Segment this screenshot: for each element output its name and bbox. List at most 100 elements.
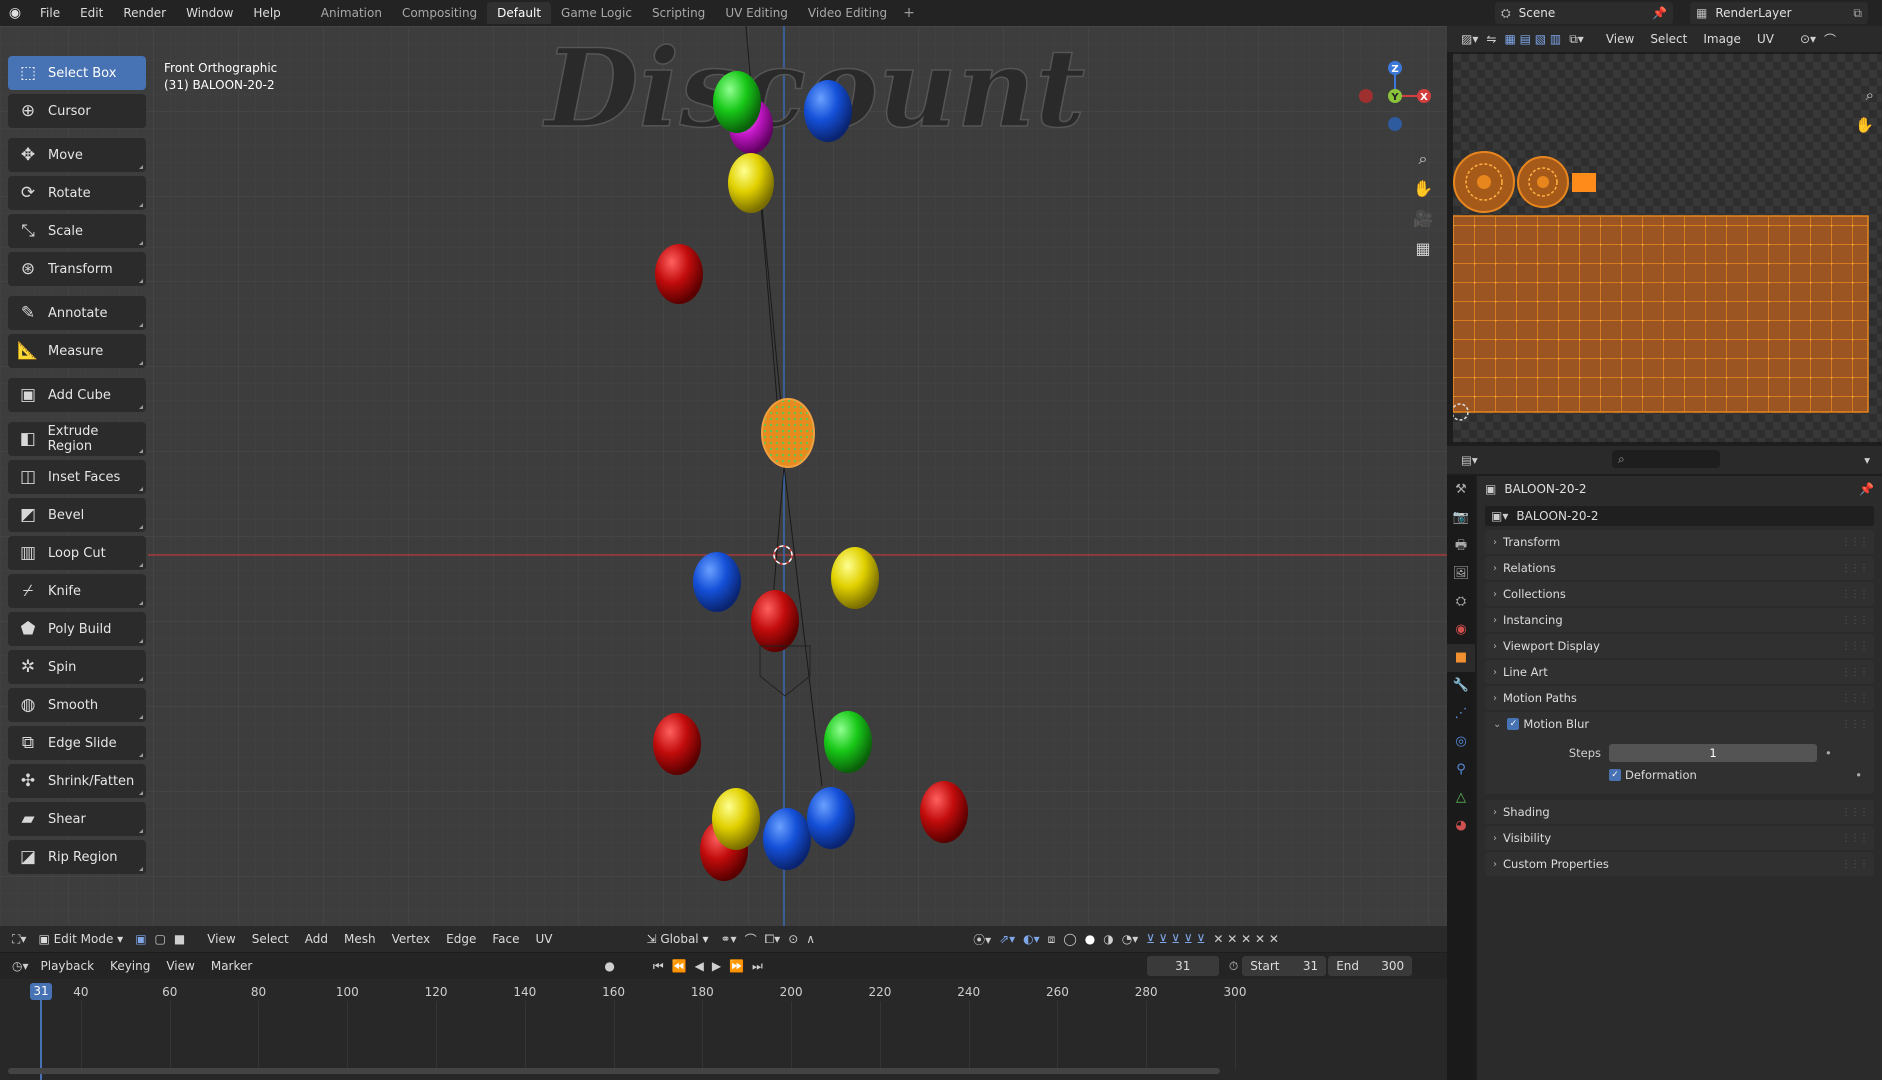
- zoom-icon[interactable]: ⌕: [1408, 144, 1438, 174]
- scene-selector[interactable]: ⛭ Scene 📌: [1495, 2, 1673, 24]
- uv-menu-image[interactable]: Image: [1695, 32, 1749, 46]
- proportional-icon[interactable]: ⊙: [784, 932, 802, 946]
- uv-pan-icon[interactable]: ✋: [1855, 116, 1874, 134]
- tool-rotate[interactable]: ⟳ Rotate: [8, 176, 146, 210]
- face-select-icon[interactable]: ■: [170, 932, 189, 946]
- play-reverse-icon[interactable]: ◀: [691, 959, 708, 973]
- physics-tab-icon[interactable]: ◎: [1447, 728, 1475, 756]
- tool-scale[interactable]: ⤡ Scale: [8, 214, 146, 248]
- tool-select-box[interactable]: ⬚ Select Box: [8, 56, 146, 90]
- xray-icon[interactable]: ⧈: [1044, 932, 1060, 947]
- jump-start-icon[interactable]: ⏮: [649, 959, 668, 974]
- uv-menu-select[interactable]: Select: [1642, 32, 1695, 46]
- material-shading-icon[interactable]: ◑: [1099, 932, 1117, 946]
- orientation-selector[interactable]: ⇲ Global ▾: [638, 932, 716, 946]
- drag-grip-icon[interactable]: ⋮⋮⋮: [1841, 719, 1869, 730]
- uv-select-mode-icon[interactable]: ▦ ▤ ▧ ▥: [1500, 32, 1565, 46]
- timeline-scrollbar[interactable]: [8, 1068, 1220, 1074]
- tool-spin[interactable]: ✲ Spin: [8, 650, 146, 684]
- next-keyframe-icon[interactable]: ⏩: [725, 959, 748, 973]
- section-collections[interactable]: › Collections ⋮⋮⋮: [1485, 582, 1874, 606]
- section-custom-properties[interactable]: › Custom Properties ⋮⋮⋮: [1485, 852, 1874, 876]
- timeline-editor-icon[interactable]: ◷▾: [8, 959, 33, 973]
- timeline-menu-view[interactable]: View: [158, 959, 202, 973]
- tool-rip-region[interactable]: ◪ Rip Region: [8, 840, 146, 874]
- prev-keyframe-icon[interactable]: ⏪: [668, 959, 691, 973]
- pin-icon[interactable]: 📌: [1859, 482, 1874, 496]
- tool-shear[interactable]: ▰ Shear: [8, 802, 146, 836]
- tool-edge-slide[interactable]: ⧉ Edge Slide: [8, 726, 146, 760]
- tool-smooth[interactable]: ◍ Smooth: [8, 688, 146, 722]
- options-chevron-icon[interactable]: ▾: [1860, 453, 1874, 467]
- section-viewport-display[interactable]: › Viewport Display ⋮⋮⋮: [1485, 634, 1874, 658]
- view-layer-tab-icon[interactable]: 🖼: [1447, 560, 1475, 588]
- section-instancing[interactable]: › Instancing ⋮⋮⋮: [1485, 608, 1874, 632]
- tool-tab-icon[interactable]: ⚒: [1447, 476, 1475, 504]
- timeline-menu-marker[interactable]: Marker: [203, 959, 260, 973]
- wireframe-shading-icon[interactable]: ◯: [1059, 932, 1080, 946]
- section-motion-paths[interactable]: › Motion Paths ⋮⋮⋮: [1485, 686, 1874, 710]
- constraints-tab-icon[interactable]: ⚲: [1447, 756, 1475, 784]
- drag-grip-icon[interactable]: ⋮⋮⋮: [1841, 667, 1869, 678]
- tool-move[interactable]: ✥ Move: [8, 138, 146, 172]
- menu-file[interactable]: File: [30, 0, 70, 26]
- tab-video-editing[interactable]: Video Editing: [798, 2, 897, 24]
- pivot-icon[interactable]: ⚭▾: [716, 932, 740, 946]
- stopwatch-icon[interactable]: ⏱: [1225, 959, 1242, 974]
- drag-grip-icon[interactable]: ⋮⋮⋮: [1841, 833, 1869, 844]
- menu-uv[interactable]: UV: [527, 932, 560, 946]
- drag-grip-icon[interactable]: ⋮⋮⋮: [1841, 693, 1869, 704]
- tab-scripting[interactable]: Scripting: [642, 2, 715, 24]
- tab-game-logic[interactable]: Game Logic: [551, 2, 642, 24]
- scene-tab-icon[interactable]: ⛭: [1447, 588, 1475, 616]
- render-tab-icon[interactable]: 📷: [1447, 504, 1475, 532]
- uv-editor-canvas[interactable]: ⌕ ✋: [1453, 54, 1882, 442]
- section-transform[interactable]: › Transform ⋮⋮⋮: [1485, 530, 1874, 554]
- particles-tab-icon[interactable]: ⋰: [1447, 700, 1475, 728]
- section-line-art[interactable]: › Line Art ⋮⋮⋮: [1485, 660, 1874, 684]
- menu-add[interactable]: Add: [297, 932, 336, 946]
- drag-grip-icon[interactable]: ⋮⋮⋮: [1841, 563, 1869, 574]
- tool-annotate[interactable]: ✎ Annotate: [8, 296, 146, 330]
- uv-menu-view[interactable]: View: [1598, 32, 1642, 46]
- snap-icon[interactable]: ⌒: [741, 931, 761, 948]
- menu-vertex[interactable]: Vertex: [384, 932, 439, 946]
- tab-animation[interactable]: Animation: [311, 2, 392, 24]
- section-motion-blur[interactable]: ⌄ ✓ Motion Blur ⋮⋮⋮: [1485, 712, 1874, 736]
- tool-inset-faces[interactable]: ◫ Inset Faces: [8, 460, 146, 494]
- gizmo-toggle-icon[interactable]: ⇗▾: [995, 932, 1019, 946]
- mesh-display-icon[interactable]: ⊻ ⊻ ⊻ ⊻ ⊻: [1142, 932, 1209, 946]
- jump-end-icon[interactable]: ⏭: [748, 959, 767, 974]
- current-frame-field[interactable]: 31: [1146, 956, 1219, 976]
- menu-help[interactable]: Help: [243, 0, 290, 26]
- menu-select[interactable]: Select: [244, 932, 297, 946]
- navigation-gizmo[interactable]: Z X Y: [1355, 56, 1435, 136]
- add-workspace-button[interactable]: +: [897, 5, 921, 21]
- section-visibility[interactable]: › Visibility ⋮⋮⋮: [1485, 826, 1874, 850]
- vertex-select-icon[interactable]: ▣: [131, 932, 150, 946]
- tool-shrink-fatten[interactable]: ✣ Shrink/Fatten: [8, 764, 146, 798]
- uv-sticky-icon[interactable]: ⧉▾: [1565, 32, 1588, 47]
- tool-knife[interactable]: ⌿ Knife: [8, 574, 146, 608]
- play-icon[interactable]: ▶: [708, 959, 725, 973]
- steps-field[interactable]: 1: [1609, 744, 1817, 762]
- motion-blur-checkbox[interactable]: ✓: [1507, 718, 1520, 730]
- uv-zoom-icon[interactable]: ⌕: [1866, 86, 1874, 104]
- timeline-menu-keying[interactable]: Keying: [102, 959, 158, 973]
- tool-measure[interactable]: 📐 Measure: [8, 334, 146, 368]
- drag-grip-icon[interactable]: ⋮⋮⋮: [1841, 589, 1869, 600]
- drag-grip-icon[interactable]: ⋮⋮⋮: [1841, 807, 1869, 818]
- overlay-toggle-icon[interactable]: ◐▾: [1019, 932, 1044, 946]
- tab-compositing[interactable]: Compositing: [392, 2, 487, 24]
- solid-shading-icon[interactable]: ●: [1081, 932, 1099, 946]
- tool-cursor[interactable]: ⊕ Cursor: [8, 94, 146, 128]
- object-tab-icon[interactable]: ■: [1447, 644, 1475, 672]
- visibility-icon[interactable]: ⦿▾: [969, 931, 995, 948]
- tool-loop-cut[interactable]: ▥ Loop Cut: [8, 536, 146, 570]
- tool-poly-build[interactable]: ⬟ Poly Build: [8, 612, 146, 646]
- render-layer-selector[interactable]: ▦ RenderLayer ⧉: [1690, 2, 1868, 24]
- tool-transform[interactable]: ⊛ Transform: [8, 252, 146, 286]
- pin-icon[interactable]: 📌: [1652, 6, 1667, 20]
- start-frame-field[interactable]: Start 31: [1242, 956, 1327, 976]
- menu-face[interactable]: Face: [484, 932, 527, 946]
